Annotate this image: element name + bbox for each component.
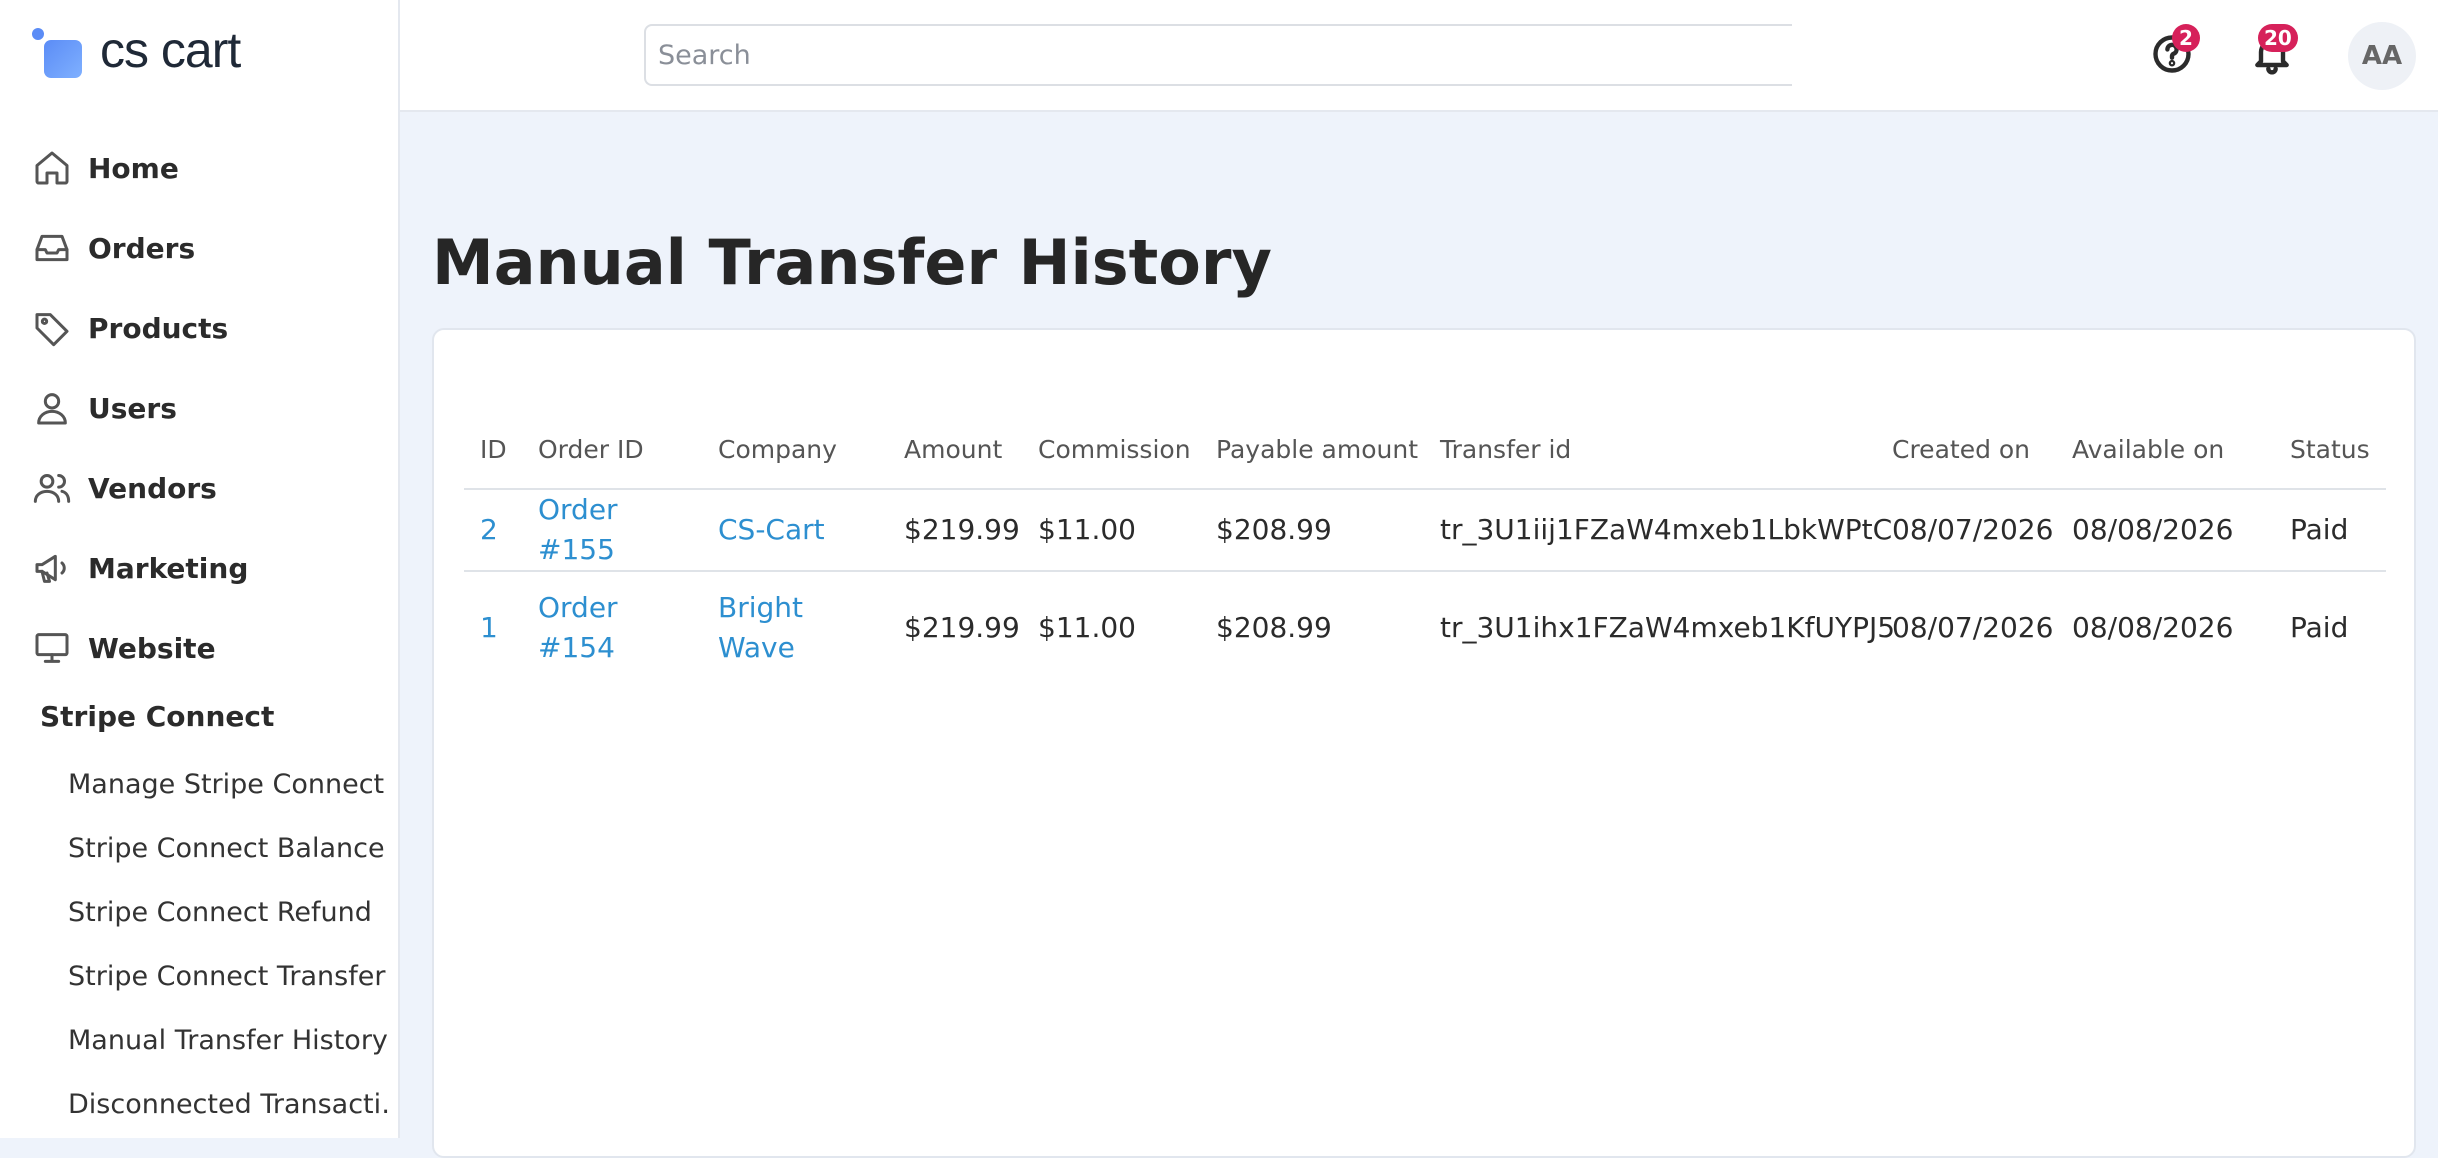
transfer-id-link[interactable]: 2 <box>464 488 522 571</box>
table-row: 1 Order #154 Bright Wave $219.99 $11.00 … <box>464 570 2386 684</box>
created-on-cell: 08/07/2026 <box>1876 488 2056 571</box>
submenu-item-disconnected-transactions[interactable]: Disconnected Transacti… <box>68 1072 388 1136</box>
sidebar-item-label: Marketing <box>88 551 249 585</box>
sidebar-item-label: Home <box>88 151 179 185</box>
logo-text: cs cart <box>100 22 241 78</box>
sidebar-item-users[interactable]: Users <box>0 368 400 448</box>
sidebar-item-vendors[interactable]: Vendors <box>0 448 400 528</box>
search-input[interactable] <box>646 26 1792 84</box>
sidebar-item-label: Users <box>88 391 177 425</box>
column-header-order-id[interactable]: Order ID <box>522 430 702 489</box>
transfer-id-cell: tr_3U1ihx1FZaW4mxeb1KfUYPJ5 <box>1424 570 1895 684</box>
home-icon <box>35 151 69 185</box>
payable-amount-cell: $208.99 <box>1200 570 1424 684</box>
commission-cell: $11.00 <box>1022 488 1200 571</box>
sidebar-item-home[interactable]: Home <box>0 128 400 208</box>
cs-cart-logo[interactable]: cs cart <box>32 20 241 80</box>
available-on-cell: 08/08/2026 <box>2056 570 2274 684</box>
submenu-item-manage-stripe-connect[interactable]: Manage Stripe Connect <box>68 752 388 816</box>
notifications-button[interactable]: 20 <box>2250 24 2298 76</box>
column-header-created-on[interactable]: Created on <box>1876 430 2056 489</box>
top-bar: 2 20 AA <box>400 0 2438 112</box>
search-box <box>644 24 1792 86</box>
order-link[interactable]: Order #154 <box>522 570 702 684</box>
sidebar-nav: Home Orders Products Users Vendors Marke… <box>0 128 400 688</box>
transfer-id-cell: tr_3U1iij1FZaW4mxeb1LbkWPtC <box>1424 488 1892 571</box>
column-header-available-on[interactable]: Available on <box>2056 430 2274 489</box>
commission-cell: $11.00 <box>1022 570 1200 684</box>
column-header-commission[interactable]: Commission <box>1022 430 1200 489</box>
logo-mark-icon <box>32 28 82 78</box>
submenu-item-stripe-connect-balance[interactable]: Stripe Connect Balance <box>68 816 388 880</box>
column-header-company[interactable]: Company <box>702 430 888 489</box>
payable-amount-cell: $208.99 <box>1200 488 1424 571</box>
table-row: 2 Order #155 CS-Cart $219.99 $11.00 $208… <box>464 488 2386 571</box>
submenu-title-stripe-connect[interactable]: Stripe Connect <box>40 700 274 733</box>
sidebar-item-products[interactable]: Products <box>0 288 400 368</box>
sidebar-item-label: Vendors <box>88 471 217 505</box>
sidebar-item-marketing[interactable]: Marketing <box>0 528 400 608</box>
column-header-status[interactable]: Status <box>2274 430 2386 489</box>
page-title: Manual Transfer History <box>432 226 1272 299</box>
sidebar-item-orders[interactable]: Orders <box>0 208 400 288</box>
column-header-id[interactable]: ID <box>464 430 522 489</box>
column-header-payable-amount[interactable]: Payable amount <box>1200 430 1424 489</box>
inbox-icon <box>35 234 69 262</box>
status-cell: Paid <box>2274 488 2386 571</box>
transfer-history-card: ID Order ID Company Amount Commission Pa… <box>432 328 2416 1158</box>
help-badge: 2 <box>2172 24 2200 52</box>
users-icon <box>33 474 71 503</box>
monitor-icon <box>35 633 69 663</box>
order-link[interactable]: Order #155 <box>522 488 702 571</box>
status-cell: Paid <box>2274 570 2386 684</box>
sidebar-item-label: Products <box>88 311 229 345</box>
sidebar-item-label: Website <box>88 631 216 665</box>
stripe-connect-submenu: Manage Stripe Connect Stripe Connect Bal… <box>68 752 388 1136</box>
megaphone-icon <box>35 554 66 583</box>
user-icon <box>37 393 67 425</box>
sidebar: cs cart Home Orders Products Users Vendo… <box>0 0 400 1138</box>
transfer-id-link[interactable]: 1 <box>464 570 522 684</box>
amount-cell: $219.99 <box>888 488 1022 571</box>
column-header-transfer-id[interactable]: Transfer id <box>1424 430 1876 489</box>
sidebar-item-label: Orders <box>88 231 196 265</box>
notifications-badge: 20 <box>2258 24 2298 52</box>
created-on-cell: 08/07/2026 <box>1876 570 2056 684</box>
submenu-item-stripe-connect-refund[interactable]: Stripe Connect Refund <box>68 880 388 944</box>
company-link[interactable]: CS-Cart <box>702 488 888 571</box>
company-link[interactable]: Bright Wave <box>702 570 888 684</box>
transfer-history-table: ID Order ID Company Amount Commission Pa… <box>464 430 2386 684</box>
column-header-amount[interactable]: Amount <box>888 430 1022 489</box>
help-button[interactable]: 2 <box>2150 24 2200 76</box>
sidebar-item-website[interactable]: Website <box>0 608 400 688</box>
tag-icon <box>35 313 69 347</box>
table-header-row: ID Order ID Company Amount Commission Pa… <box>464 430 2386 489</box>
available-on-cell: 08/08/2026 <box>2056 488 2274 571</box>
amount-cell: $219.99 <box>888 570 1022 684</box>
avatar[interactable]: AA <box>2348 22 2416 90</box>
submenu-item-stripe-connect-transfer[interactable]: Stripe Connect Transfer <box>68 944 388 1008</box>
submenu-item-manual-transfer-history[interactable]: Manual Transfer History <box>68 1008 388 1072</box>
